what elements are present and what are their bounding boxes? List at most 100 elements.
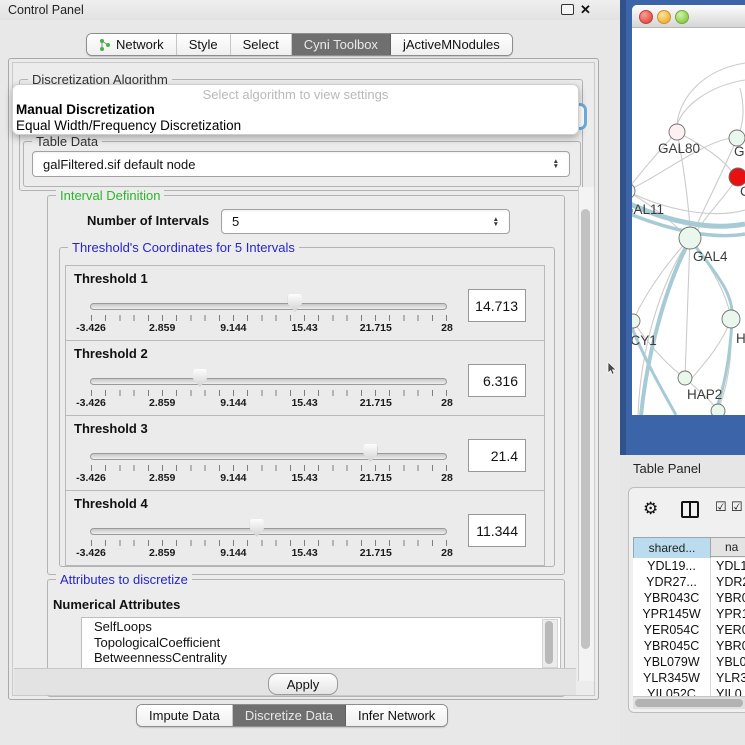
zoom-traffic-light[interactable] (675, 10, 689, 24)
columns-icon[interactable] (681, 501, 699, 518)
tab-label: Infer Network (358, 708, 435, 723)
control-panel-titlebar: Control Panel ✕ (0, 0, 620, 20)
table-row[interactable]: YDR27...YDR2 (633, 574, 745, 590)
tab-network[interactable]: Network (87, 34, 177, 55)
threshold-slider-track[interactable] (90, 453, 447, 460)
threshold-value-field[interactable]: 6.316 (468, 364, 526, 397)
node-label: GCY1 (632, 333, 657, 348)
tab-impute-data[interactable]: Impute Data (137, 705, 233, 726)
tab-jactivemnodules[interactable]: jActiveMNodules (391, 34, 512, 55)
threshold-slider-track[interactable] (90, 528, 447, 535)
tab-select[interactable]: Select (231, 34, 292, 55)
node-gcy1[interactable] (632, 314, 640, 328)
column-header-shared-name[interactable]: shared... (633, 537, 711, 559)
table-row[interactable]: YBR043CYBR0 (633, 590, 745, 606)
node-label: GAL80 (658, 141, 700, 156)
network-window-titlebar (632, 5, 745, 28)
threshold-row-1: Threshold 1 -3.426 2.859 9.144 15.43 21.… (65, 265, 545, 341)
table-row[interactable]: YLR345WYLR3 (633, 670, 745, 686)
threshold-value-field[interactable]: 14.713 (468, 289, 526, 322)
table-row[interactable]: YPR145WYPR1 (633, 606, 745, 622)
tick-label: 9.144 (220, 547, 246, 559)
threshold-slider-track[interactable] (90, 303, 447, 310)
list-item[interactable]: BetweennessCentrality (82, 649, 560, 665)
node-label: G. (734, 144, 745, 159)
table-row[interactable]: YBR045CYBR0 (633, 638, 745, 654)
slider-tick-labels: -3.426 2.859 9.144 15.43 21.715 28 (91, 547, 447, 559)
top-tab-bar: Network Style Select Cyni Toolbox jActiv… (86, 33, 513, 56)
checkbox-icon[interactable]: ☑ (731, 499, 743, 515)
tick-label: 9.144 (220, 322, 246, 334)
list-item[interactable]: SelfLoops (82, 618, 560, 634)
node-label: H (736, 331, 745, 346)
tab-label: Network (116, 37, 164, 52)
table-row[interactable]: YIL052CYIL0 (633, 686, 745, 696)
tick-label: 9.144 (220, 472, 246, 484)
dropdown-option-equal-width[interactable]: Equal Width/Frequency Discretization (16, 118, 241, 133)
node-gal80[interactable] (669, 124, 685, 140)
tab-cyni-toolbox[interactable]: Cyni Toolbox (292, 34, 391, 55)
group-title: Attributes to discretize (56, 572, 192, 587)
tab-discretize-data[interactable]: Discretize Data (233, 705, 346, 726)
tick-label: 28 (441, 547, 453, 559)
slider-tick-labels: -3.426 2.859 9.144 15.43 21.715 28 (91, 472, 447, 484)
numerical-attributes-list[interactable]: SelfLoops TopologicalCoefficient Between… (81, 617, 561, 670)
node-hap2[interactable] (678, 371, 692, 385)
table-data-combobox[interactable]: galFiltered.sif default node ▲▼ (32, 151, 570, 177)
dropdown-option-manual[interactable]: Manual Discretization (16, 102, 155, 117)
table-body: YDL19...YDL1 YDR27...YDR2 YBR043CYBR0 YP… (633, 558, 745, 696)
column-divider (710, 558, 711, 696)
tick-label: 15.43 (291, 397, 317, 409)
tick-label: 2.859 (149, 547, 175, 559)
table-row[interactable]: YER054CYER0 (633, 622, 745, 638)
network-window-frame: GAL80 G. C GAL11 GAL4 GCY1 H HAP2 (620, 0, 745, 455)
tick-label: -3.426 (76, 322, 106, 334)
node-gal11[interactable] (632, 183, 635, 199)
apply-button[interactable]: Apply (268, 673, 338, 695)
tick-label: 21.715 (360, 547, 392, 559)
table-data-value: galFiltered.sif default node (43, 157, 195, 172)
table-horizontal-scrollbar[interactable] (633, 696, 745, 709)
checkbox-icon[interactable]: ☑ (715, 499, 727, 515)
mouse-cursor (607, 362, 619, 376)
close-traffic-light[interactable] (639, 10, 653, 24)
threshold-value-field[interactable]: 21.4 (468, 439, 526, 472)
application-window: Control Panel ✕ Network Style Select Cyn… (0, 0, 745, 745)
stepper-icon: ▲▼ (493, 217, 499, 227)
tab-infer-network[interactable]: Infer Network (346, 705, 447, 726)
tick-label: 28 (441, 397, 453, 409)
tab-label: Select (243, 37, 279, 52)
tab-label: Style (189, 37, 218, 52)
threshold-value-field[interactable]: 11.344 (468, 514, 526, 547)
tick-label: -3.426 (76, 547, 106, 559)
table-row[interactable]: YBL079WYBL0 (633, 654, 745, 670)
column-header-name[interactable]: na (710, 537, 745, 557)
network-canvas[interactable]: GAL80 G. C GAL11 GAL4 GCY1 H HAP2 (632, 28, 745, 415)
node-partial-bottom[interactable] (711, 404, 725, 415)
list-item[interactable]: TopologicalCoefficient (82, 634, 560, 650)
node-gal4[interactable] (679, 227, 701, 249)
main-vertical-scrollbar[interactable] (578, 187, 595, 681)
close-icon[interactable]: ✕ (580, 2, 591, 18)
numerical-attributes-heading: Numerical Attributes (53, 597, 180, 612)
tab-label: Discretize Data (245, 708, 333, 723)
table-panel-title: Table Panel (633, 461, 701, 476)
tab-style[interactable]: Style (177, 34, 231, 55)
tab-label: jActiveMNodules (403, 37, 500, 52)
minimize-traffic-light[interactable] (657, 10, 671, 24)
node-partial-right[interactable] (722, 310, 740, 328)
node-label: GAL4 (693, 249, 728, 264)
tick-label: -3.426 (76, 472, 106, 484)
table-row[interactable]: YDL19...YDL1 (633, 558, 745, 574)
node-label: GAL11 (632, 202, 664, 217)
list-scrollbar[interactable] (542, 619, 558, 668)
threshold-label: Threshold 3 (74, 421, 148, 436)
table-data-group: Table Data galFiltered.sif default node … (23, 141, 581, 187)
float-window-icon[interactable] (561, 4, 574, 15)
slider-ticks (91, 390, 447, 396)
stepper-icon: ▲▼ (553, 159, 559, 169)
gear-icon[interactable]: ⚙ (643, 499, 658, 519)
threshold-slider-track[interactable] (90, 378, 447, 385)
num-intervals-combobox[interactable]: 5 ▲▼ (221, 209, 510, 234)
bottom-tab-bar: Impute Data Discretize Data Infer Networ… (136, 704, 448, 727)
